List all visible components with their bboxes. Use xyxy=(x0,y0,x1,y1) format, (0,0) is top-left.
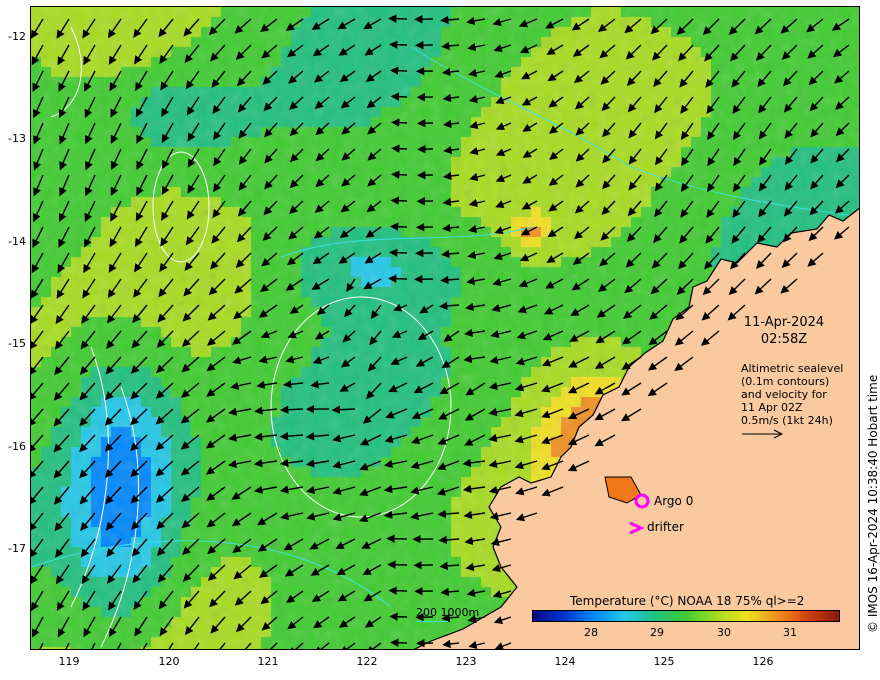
map-frame[interactable] xyxy=(30,6,860,650)
sst-map xyxy=(31,7,859,649)
